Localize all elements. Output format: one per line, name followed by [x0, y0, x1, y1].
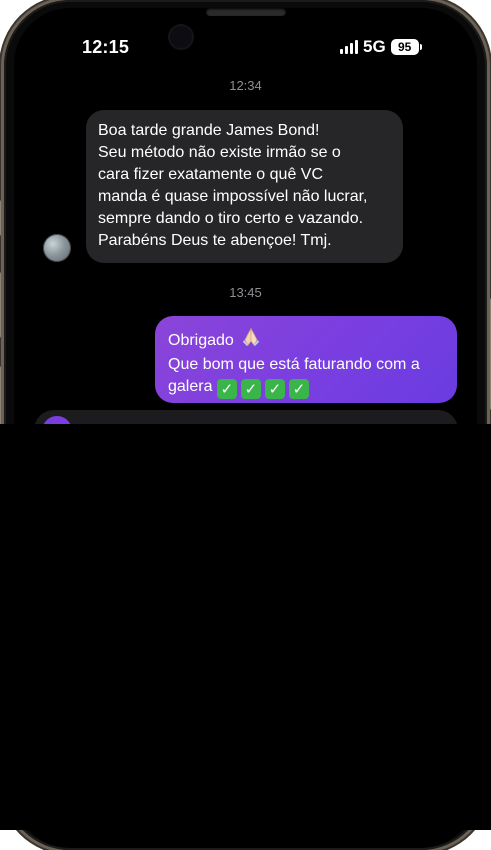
message-line: sempre dando o tiro certo e vazando.	[98, 210, 364, 227]
check-mark-emoji-icon: ✓	[288, 379, 309, 399]
incoming-message-bubble[interactable]: Boa tarde grande James Bond! Seu método …	[86, 110, 403, 263]
front-camera	[170, 26, 192, 48]
message-timestamp: 12:34	[229, 78, 262, 93]
status-indicators: 5G 95	[340, 37, 422, 57]
sender-avatar[interactable]	[43, 234, 71, 262]
network-type: 5G	[363, 37, 386, 56]
message-line: galera	[168, 378, 213, 395]
message-line: Que bom que está faturando com a	[168, 356, 420, 373]
check-mark-emoji-icon: ✓	[264, 379, 285, 399]
message-line: manda é quase impossível não lucrar,	[98, 188, 368, 205]
side-button-left-2	[0, 272, 1, 338]
check-mark-emoji-icon: ✓	[240, 379, 261, 399]
side-button-left-3	[0, 366, 1, 432]
signal-icon	[340, 40, 358, 54]
earpiece-speaker	[206, 8, 286, 16]
message-line: Seu método não existe irmão se o	[98, 144, 341, 161]
status-time: 12:15	[82, 37, 130, 57]
check-mark-emoji-icon: ✓	[216, 379, 237, 399]
folded-hands-emoji-icon	[242, 327, 260, 354]
outgoing-message-bubble[interactable]: Obrigado Que bom que está faturando com …	[155, 316, 457, 403]
message-line: Obrigado	[168, 332, 234, 349]
battery-icon: 95	[390, 39, 422, 55]
message-timestamp: 13:45	[229, 285, 262, 300]
message-line: cara fizer exatamente o quê VC	[98, 166, 324, 183]
battery-level: 95	[398, 40, 412, 54]
message-line: Parabéns Deus te abençoe! Tmj.	[98, 232, 332, 249]
side-button-left-1	[0, 200, 1, 236]
message-line: Boa tarde grande James Bond!	[98, 122, 320, 139]
screen-lower-area	[0, 424, 491, 830]
